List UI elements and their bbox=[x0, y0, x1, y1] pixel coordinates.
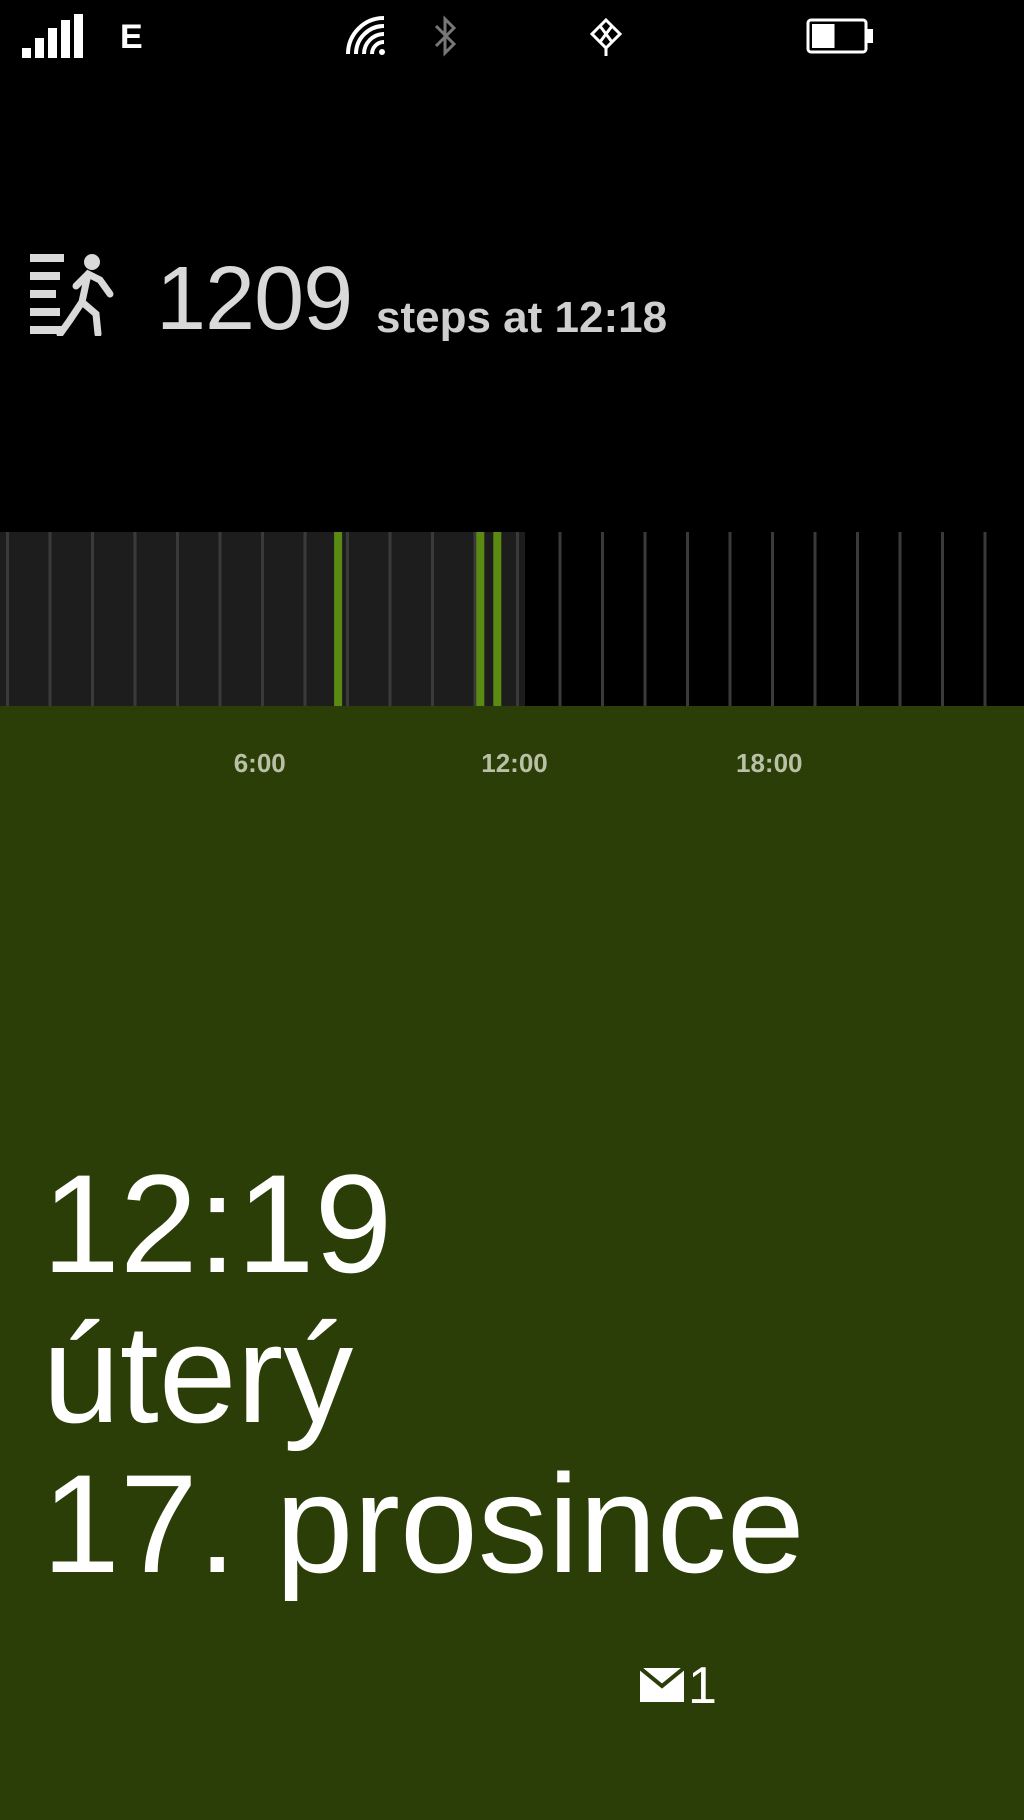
step-caption: steps at 12:18 bbox=[376, 293, 668, 342]
timeline-gridline bbox=[728, 532, 732, 706]
timeline-gridline bbox=[601, 532, 604, 706]
network-type-indicator: E bbox=[120, 18, 143, 56]
timeline-gridline bbox=[6, 532, 9, 706]
wifi-icon bbox=[346, 16, 385, 55]
activity-timeline bbox=[0, 532, 1024, 706]
timeline-tick-label: 18:00 bbox=[736, 748, 803, 778]
signal-strength-icon bbox=[22, 14, 84, 58]
lock-panel: 6:00 12:00 18:00 12:19 úterý 17. prosinc… bbox=[0, 706, 1024, 1820]
timeline-gridline bbox=[771, 532, 774, 706]
bluetooth-icon bbox=[434, 15, 457, 57]
timeline-gridline bbox=[686, 532, 689, 706]
activity-marker bbox=[334, 532, 343, 706]
activity-marker bbox=[493, 532, 502, 706]
timeline-gridline bbox=[303, 532, 307, 706]
timeline-gridline bbox=[473, 532, 477, 706]
clock-date: 17. prosince bbox=[42, 1445, 805, 1602]
timeline-gridline bbox=[813, 532, 817, 706]
timeline-gridline bbox=[91, 532, 94, 706]
step-counter[interactable]: 1209 steps at 12:18 bbox=[30, 248, 930, 348]
mail-count: 1 bbox=[688, 1657, 717, 1715]
sync-icon bbox=[589, 17, 623, 56]
timeline-gridline bbox=[983, 532, 987, 706]
activity-marker bbox=[476, 532, 485, 706]
timeline-gridline bbox=[261, 532, 264, 706]
timeline-gridline bbox=[856, 532, 859, 706]
timeline-gridline bbox=[431, 532, 434, 706]
mail-icon bbox=[640, 1668, 684, 1702]
timeline-tick-label: 6:00 bbox=[233, 748, 286, 778]
clock-time: 12:19 bbox=[42, 1145, 393, 1302]
timeline-bars bbox=[6, 532, 987, 706]
timeline-gridline bbox=[516, 532, 519, 706]
timeline-gridline bbox=[218, 532, 222, 706]
timeline-gridline bbox=[48, 532, 52, 706]
timeline-gridline bbox=[346, 532, 349, 706]
timeline-gridline bbox=[133, 532, 137, 706]
timeline-gridline bbox=[643, 532, 647, 706]
walking-person-icon bbox=[30, 254, 114, 336]
timeline-gridline bbox=[941, 532, 944, 706]
battery-icon bbox=[806, 18, 873, 54]
timeline-gridline bbox=[558, 532, 562, 706]
lock-screen: E 1209 steps at 12:18 6:00 12:00 18:00 1… bbox=[0, 0, 1024, 1820]
timeline-gridline bbox=[898, 532, 902, 706]
timeline-gridline bbox=[176, 532, 179, 706]
timeline-tick-label: 12:00 bbox=[481, 748, 548, 778]
timeline-gridline bbox=[388, 532, 392, 706]
step-count: 1209 bbox=[156, 249, 353, 349]
clock-day: úterý bbox=[42, 1295, 354, 1452]
status-bar: E bbox=[0, 0, 1024, 80]
